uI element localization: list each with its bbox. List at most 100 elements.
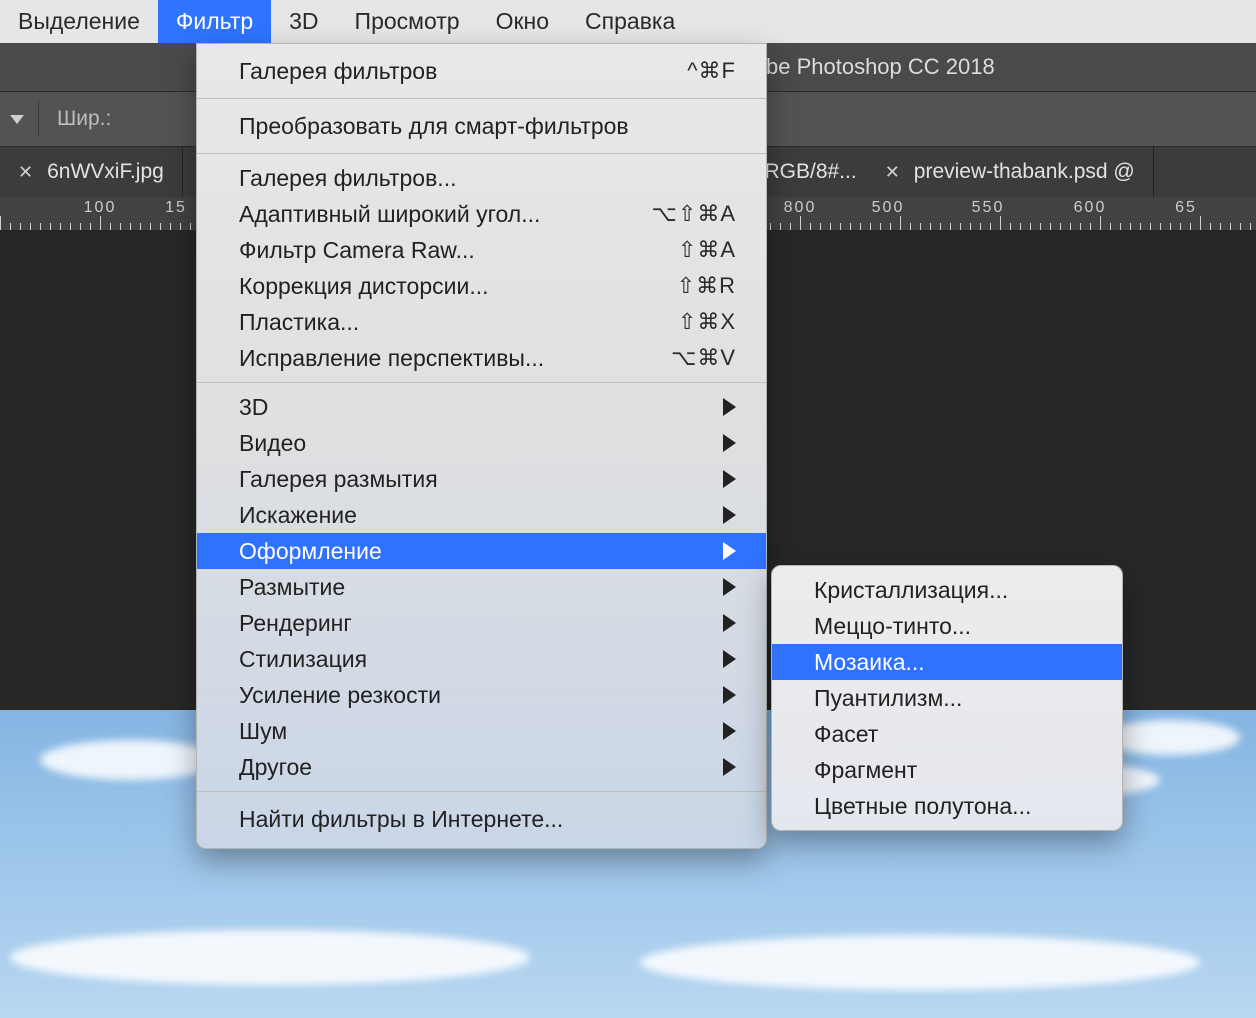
menu-item-label: Усиление резкости bbox=[239, 682, 723, 709]
menu-item-label: Фильтр Camera Raw... bbox=[239, 237, 678, 264]
menu-help[interactable]: Справка bbox=[567, 0, 693, 43]
menu-item-shortcut: ⇧⌘X bbox=[678, 309, 736, 335]
chevron-down-icon[interactable] bbox=[10, 115, 24, 124]
menu-item[interactable]: Оформление bbox=[197, 533, 766, 569]
menu-item-label: Галерея фильтров... bbox=[239, 165, 736, 192]
submenu-item-label: Меццо-тинто... bbox=[814, 613, 971, 640]
submenu-item[interactable]: Фасет bbox=[772, 716, 1122, 752]
submenu-item-label: Пуантилизм... bbox=[814, 685, 962, 712]
ruler-label: 500 bbox=[872, 199, 905, 217]
submenu-item[interactable]: Пуантилизм... bbox=[772, 680, 1122, 716]
submenu-item[interactable]: Цветные полутона... bbox=[772, 788, 1122, 824]
menu-item-shortcut: ⌥⇧⌘A bbox=[652, 201, 736, 227]
submenu-item-label: Фрагмент bbox=[814, 757, 917, 784]
ruler-label: 15 bbox=[165, 199, 187, 217]
menu-item[interactable]: Размытие bbox=[197, 569, 766, 605]
submenu-item[interactable]: Кристаллизация... bbox=[772, 572, 1122, 608]
menu-item[interactable]: Пластика...⇧⌘X bbox=[197, 304, 766, 340]
label: 3D bbox=[289, 8, 318, 35]
submenu-arrow-icon bbox=[723, 434, 736, 452]
menu-item[interactable]: Найти фильтры в Интернете... bbox=[197, 798, 766, 840]
menu-item[interactable]: Другое bbox=[197, 749, 766, 785]
menu-item-label: Пластика... bbox=[239, 309, 678, 336]
ruler-label: 65 bbox=[1175, 199, 1197, 217]
menu-item[interactable]: Галерея фильтров... bbox=[197, 160, 766, 196]
menu-item-shortcut: ⇧⌘R bbox=[677, 273, 736, 299]
ruler-label: 100 bbox=[84, 199, 117, 217]
menu-item-shortcut: ^⌘F bbox=[687, 58, 736, 84]
submenu-item-label: Цветные полутона... bbox=[814, 793, 1031, 820]
menu-separator bbox=[197, 791, 766, 792]
menu-item[interactable]: Шум bbox=[197, 713, 766, 749]
submenu-arrow-icon bbox=[723, 470, 736, 488]
menu-separator bbox=[197, 382, 766, 383]
menu-item-label: Искажение bbox=[239, 502, 723, 529]
menu-item[interactable]: Видео bbox=[197, 425, 766, 461]
doc-tab-fragment-mid: , RGB/8#... bbox=[753, 160, 857, 184]
close-icon[interactable]: ✕ bbox=[18, 162, 33, 183]
menu-separator bbox=[197, 153, 766, 154]
submenu-arrow-icon bbox=[723, 398, 736, 416]
filter-menu-dropdown: Галерея фильтров^⌘F Преобразовать для сма… bbox=[196, 43, 767, 849]
submenu-item[interactable]: Фрагмент bbox=[772, 752, 1122, 788]
menu-item-label: Исправление перспективы... bbox=[239, 345, 671, 372]
menu-item[interactable]: Усиление резкости bbox=[197, 677, 766, 713]
menu-item-label: Шум bbox=[239, 718, 723, 745]
close-icon[interactable]: ✕ bbox=[885, 162, 900, 183]
menu-item[interactable]: Галерея размытия bbox=[197, 461, 766, 497]
doc-tab-2[interactable]: ✕ preview-thabank.psd @ bbox=[867, 147, 1154, 197]
menu-item[interactable]: Фильтр Camera Raw...⇧⌘A bbox=[197, 232, 766, 268]
menu-item[interactable]: Стилизация bbox=[197, 641, 766, 677]
menu-item[interactable]: Галерея фильтров^⌘F bbox=[197, 50, 766, 92]
label: Выделение bbox=[18, 8, 140, 35]
menu-select[interactable]: Выделение bbox=[0, 0, 158, 43]
menu-item-label: Преобразовать для смарт-фильтров bbox=[239, 113, 736, 140]
cloud-shape bbox=[10, 930, 530, 985]
submenu-item-label: Кристаллизация... bbox=[814, 577, 1008, 604]
menu-window[interactable]: Окно bbox=[478, 0, 567, 43]
doc-tab-label: preview-thabank.psd @ bbox=[914, 160, 1135, 184]
width-label: Шир.: bbox=[57, 107, 111, 131]
menu-3d[interactable]: 3D bbox=[271, 0, 336, 43]
app-title-fragment: be Photoshop CC 2018 bbox=[766, 54, 995, 80]
menu-item[interactable]: Преобразовать для смарт-фильтров bbox=[197, 105, 766, 147]
label: Просмотр bbox=[355, 8, 460, 35]
menu-item[interactable]: Исправление перспективы...⌥⌘V bbox=[197, 340, 766, 376]
submenu-arrow-icon bbox=[723, 578, 736, 596]
doc-tab-0[interactable]: ✕ 6nWVxiF.jpg bbox=[0, 147, 183, 197]
submenu-arrow-icon bbox=[723, 542, 736, 560]
label: Фильтр bbox=[176, 8, 253, 35]
menu-item-label: 3D bbox=[239, 394, 723, 421]
menu-item-label: Адаптивный широкий угол... bbox=[239, 201, 652, 228]
ruler-label: 800 bbox=[784, 199, 817, 217]
label: Справка bbox=[585, 8, 675, 35]
menu-item-shortcut: ⌥⌘V bbox=[671, 345, 736, 371]
menu-item-label: Рендеринг bbox=[239, 610, 723, 637]
menu-item-label: Оформление bbox=[239, 538, 723, 565]
menubar: Выделение Фильтр 3D Просмотр Окно Справк… bbox=[0, 0, 1256, 43]
doc-tab-label: 6nWVxiF.jpg bbox=[47, 160, 164, 184]
menu-item-label: Размытие bbox=[239, 574, 723, 601]
submenu-arrow-icon bbox=[723, 614, 736, 632]
menu-item[interactable]: Адаптивный широкий угол...⌥⇧⌘A bbox=[197, 196, 766, 232]
menu-view[interactable]: Просмотр bbox=[337, 0, 478, 43]
menu-item-label: Стилизация bbox=[239, 646, 723, 673]
submenu-arrow-icon bbox=[723, 758, 736, 776]
label: Окно bbox=[496, 8, 549, 35]
menu-item-label: Другое bbox=[239, 754, 723, 781]
submenu-item[interactable]: Мозаика... bbox=[772, 644, 1122, 680]
menu-item-label: Галерея фильтров bbox=[239, 58, 687, 85]
menu-separator bbox=[197, 98, 766, 99]
menu-item-label: Галерея размытия bbox=[239, 466, 723, 493]
menu-item-label: Видео bbox=[239, 430, 723, 457]
submenu-arrow-icon bbox=[723, 506, 736, 524]
submenu-item[interactable]: Меццо-тинто... bbox=[772, 608, 1122, 644]
menu-filter[interactable]: Фильтр bbox=[158, 0, 271, 43]
menu-item-shortcut: ⇧⌘A bbox=[678, 237, 736, 263]
ruler-label: 600 bbox=[1074, 199, 1107, 217]
menu-item[interactable]: 3D bbox=[197, 389, 766, 425]
menu-item[interactable]: Рендеринг bbox=[197, 605, 766, 641]
menu-item[interactable]: Коррекция дисторсии...⇧⌘R bbox=[197, 268, 766, 304]
menu-item[interactable]: Искажение bbox=[197, 497, 766, 533]
divider bbox=[38, 101, 39, 137]
